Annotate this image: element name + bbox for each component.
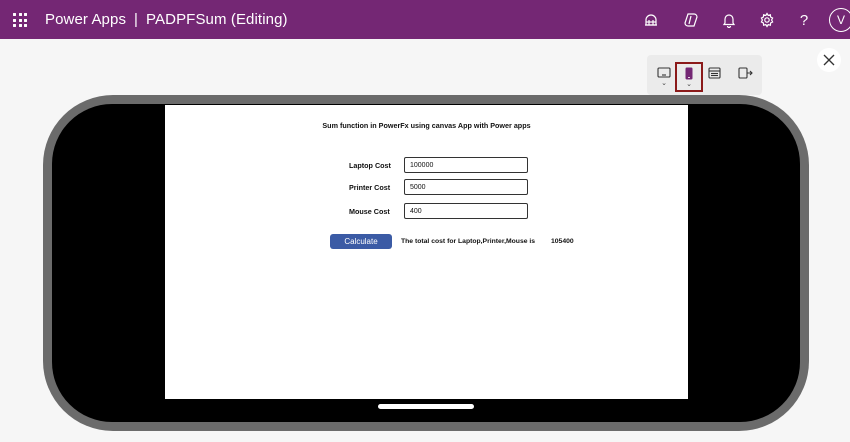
title-separator: | bbox=[134, 11, 139, 28]
help-icon[interactable]: ? bbox=[795, 11, 813, 29]
app-title: Power Apps | PADPFSum (Editing) bbox=[45, 11, 288, 28]
laptop-cost-input[interactable]: 100000 bbox=[404, 157, 528, 173]
user-avatar[interactable]: V bbox=[829, 8, 850, 32]
tablet-layout-button[interactable]: ⌄ bbox=[651, 61, 677, 91]
mouse-cost-label: Mouse Cost bbox=[349, 207, 390, 216]
canvas-title: Sum function in PowerFx using canvas App… bbox=[322, 121, 531, 130]
laptop-cost-label: Laptop Cost bbox=[349, 161, 391, 170]
calculate-button[interactable]: Calculate bbox=[330, 234, 392, 249]
notifications-bell-icon[interactable] bbox=[720, 11, 738, 29]
mouse-cost-input[interactable]: 400 bbox=[404, 203, 528, 219]
printer-cost-input[interactable]: 5000 bbox=[404, 179, 528, 195]
chevron-down-icon: ⌄ bbox=[661, 80, 667, 87]
settings-gear-icon[interactable] bbox=[758, 11, 776, 29]
document-title: PADPFSum (Editing) bbox=[146, 11, 288, 28]
app-canvas-screen: Sum function in PowerFx using canvas App… bbox=[165, 105, 688, 399]
copilot-icon[interactable] bbox=[682, 11, 700, 29]
web-layout-icon bbox=[707, 67, 721, 79]
app-name[interactable]: Power Apps bbox=[45, 11, 126, 28]
web-layout-button[interactable] bbox=[701, 61, 727, 91]
tablet-layout-icon bbox=[657, 67, 671, 78]
phone-layout-button[interactable]: ⌄ bbox=[675, 62, 703, 92]
device-layout-toolbar: ⌄ ⌄ bbox=[647, 55, 762, 95]
environment-icon[interactable] bbox=[642, 11, 660, 29]
phone-layout-icon bbox=[685, 67, 693, 80]
chevron-down-icon: ⌄ bbox=[686, 81, 692, 88]
phone-home-indicator bbox=[378, 404, 474, 409]
result-value: 105400 bbox=[551, 238, 574, 245]
top-bar: Power Apps | PADPFSum (Editing) ? V bbox=[0, 0, 850, 39]
result-label: The total cost for Laptop,Printer,Mouse … bbox=[401, 238, 536, 245]
custom-layout-icon bbox=[737, 67, 753, 79]
printer-cost-label: Printer Cost bbox=[349, 183, 391, 192]
close-icon bbox=[823, 54, 835, 66]
custom-layout-button[interactable] bbox=[732, 61, 758, 91]
app-launcher-icon[interactable] bbox=[13, 13, 27, 27]
close-preview-button[interactable] bbox=[817, 48, 841, 72]
